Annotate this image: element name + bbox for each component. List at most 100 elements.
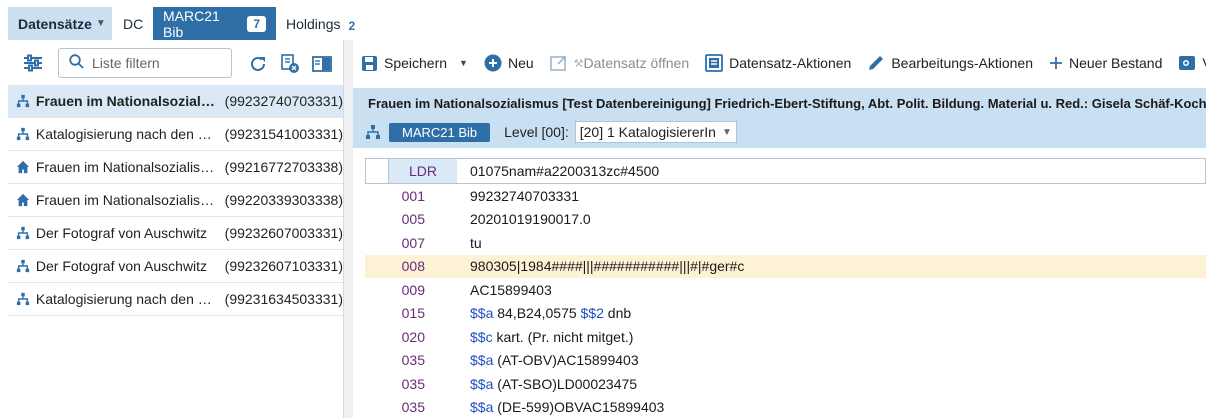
record-header: Frauen im Nationalsozialismus [Test Date… xyxy=(353,88,1206,148)
row-handle xyxy=(366,159,389,183)
record-title: Der Fotograf von Auschwitz xyxy=(36,225,217,241)
record-title: Katalogisierung nach den Regeln xyxy=(36,126,217,142)
record-title-heading: Frauen im Nationalsozialismus [Test Date… xyxy=(368,96,1206,111)
list-item[interactable]: Katalogisierung nach den Regeln (9923163… xyxy=(8,283,343,316)
marc-row-ldr[interactable]: LDR 01075nam#a2200313zc#4500 xyxy=(365,158,1206,184)
marc-row[interactable]: 035 $$a (DE-599)OBVAC15899403 xyxy=(365,396,1206,419)
marc-tag: 001 xyxy=(365,188,425,204)
new-label: Neu xyxy=(508,55,534,71)
new-holding-button[interactable]: Neuer Bestand xyxy=(1041,40,1170,86)
hierarchy-icon xyxy=(16,258,34,274)
marc-row[interactable]: 035 $$a (AT-OBV)AC15899403 xyxy=(365,349,1206,373)
record-id: (99232607103331) xyxy=(225,258,343,274)
tab-dc[interactable]: DC xyxy=(113,7,153,40)
marc-format-badge: MARC21 Bib xyxy=(389,123,490,142)
marc-value[interactable]: $$a (DE-599)OBVAC15899403 xyxy=(470,399,664,415)
list-item[interactable]: Der Fotograf von Auschwitz (992326071033… xyxy=(8,250,343,283)
search-icon xyxy=(69,54,84,72)
level-select[interactable]: [20] 1 KatalogisiererIn ▼ xyxy=(575,121,737,143)
record-list: Frauen im Nationalsozialismus (992327407… xyxy=(8,85,343,316)
home-icon xyxy=(16,192,34,208)
marc-row[interactable]: 007 tu xyxy=(365,231,1206,255)
subfield-code: $$a xyxy=(470,305,493,321)
marc-row[interactable]: 005 20201019190017.0 xyxy=(365,208,1206,232)
tab-marc21-bib[interactable]: MARC21 Bib 7 xyxy=(153,7,276,40)
list-item[interactable]: Frauen im Nationalsozialismus (992167727… xyxy=(8,151,343,184)
tab-records[interactable]: Datensätze ▼ xyxy=(8,7,112,40)
hierarchy-icon xyxy=(16,93,34,109)
level-value: [20] 1 KatalogisiererIn xyxy=(580,124,716,140)
filter-list-input[interactable] xyxy=(58,48,232,78)
marc-value[interactable]: 99232740703331 xyxy=(470,188,579,204)
chevron-down-icon: ▼ xyxy=(722,127,732,138)
marc-value[interactable]: $$a (AT-SBO)LD00023475 xyxy=(470,376,637,392)
subfield-text: kart. (Pr. nicht mitget.) xyxy=(493,329,634,345)
record-editor: Speichern ▼ Neu ⚒ Datensatz öffnen Daten… xyxy=(353,40,1206,418)
clear-records-icon[interactable] xyxy=(279,54,301,74)
marc-value[interactable]: $$a (AT-OBV)AC15899403 xyxy=(470,352,639,368)
record-meta-row: MARC21 Bib Level [00]: [20] 1 Katalogisi… xyxy=(365,121,737,143)
marc-row[interactable]: 008 980305|1984####|||###########|||#|#g… xyxy=(365,255,1206,279)
more-action-button[interactable]: Ve xyxy=(1170,40,1206,86)
tab-holdings[interactable]: Holdings 2 xyxy=(276,7,366,40)
pencil-icon xyxy=(867,54,885,72)
record-list-icon xyxy=(705,54,723,72)
panel-divider[interactable] xyxy=(343,40,353,418)
marc-value[interactable]: tu xyxy=(470,235,482,251)
hierarchy-icon xyxy=(16,291,34,307)
list-item[interactable]: Frauen im Nationalsozialismus (992203393… xyxy=(8,184,343,217)
subfield-code: $$a xyxy=(470,376,493,392)
new-button[interactable]: Neu xyxy=(476,40,542,86)
marc-value[interactable]: 980305|1984####|||###########|||#|#ger#c xyxy=(470,258,744,274)
view-icon xyxy=(1178,55,1196,71)
record-id: (99231634503331) xyxy=(225,291,343,307)
marc-value[interactable]: AC15899403 xyxy=(470,282,552,298)
record-title: Frauen im Nationalsozialismus xyxy=(36,192,217,208)
marc-value[interactable]: 20201019190017.0 xyxy=(470,211,591,227)
record-title: Katalogisierung nach den Regeln xyxy=(36,291,217,307)
marc-row[interactable]: 001 99232740703331 xyxy=(365,184,1206,208)
record-id: (99232607003331) xyxy=(225,225,343,241)
marc-row[interactable]: 009 AC15899403 xyxy=(365,278,1206,302)
open-record-button[interactable]: ⚒ Datensatz öffnen xyxy=(542,40,697,86)
marc-row[interactable]: 035 $$a (AT-SBO)LD00023475 xyxy=(365,372,1206,396)
chevron-down-icon: ▼ xyxy=(96,18,106,29)
left-toolbar xyxy=(8,40,343,85)
edit-actions-button[interactable]: Bearbeitungs-Aktionen xyxy=(859,40,1041,86)
hierarchy-icon xyxy=(16,126,34,142)
subfield-code: $$c xyxy=(470,329,493,345)
subfield-code: $$a xyxy=(470,399,493,415)
marc-tag: 035 xyxy=(365,376,425,392)
list-item[interactable]: Frauen im Nationalsozialismus (992327407… xyxy=(8,85,343,118)
marc-row[interactable]: 020 $$c kart. (Pr. nicht mitget.) xyxy=(365,325,1206,349)
marc-field-table: LDR 01075nam#a2200313zc#4500 001 9923274… xyxy=(365,158,1206,419)
edit-actions-label: Bearbeitungs-Aktionen xyxy=(891,55,1033,71)
filter-settings-icon[interactable] xyxy=(22,53,44,73)
marc-value[interactable]: 01075nam#a2200313zc#4500 xyxy=(470,163,659,179)
record-id: (99231541003331) xyxy=(225,126,343,142)
list-item[interactable]: Der Fotograf von Auschwitz (992326070033… xyxy=(8,217,343,250)
open-record-label: Datensatz öffnen xyxy=(584,55,690,71)
save-button[interactable]: Speichern ▼ xyxy=(353,40,476,86)
hierarchy-icon xyxy=(365,124,381,140)
subfield-text: dnb xyxy=(604,305,631,321)
tab-holdings-label: Holdings xyxy=(286,16,340,32)
home-icon xyxy=(16,159,34,175)
list-item[interactable]: Katalogisierung nach den Regeln (9923154… xyxy=(8,118,343,151)
panel-toggle-icon[interactable] xyxy=(311,54,333,74)
plus-icon xyxy=(1049,56,1063,70)
new-holding-label: Neuer Bestand xyxy=(1069,55,1162,71)
record-actions-button[interactable]: Datensatz-Aktionen xyxy=(697,40,859,86)
subfield-text: 84,B24,0575 xyxy=(493,305,580,321)
filter-input-field[interactable] xyxy=(92,55,212,71)
subfield-text: (DE-599)OBVAC15899403 xyxy=(493,399,664,415)
marc-row[interactable]: 015 $$a 84,B24,0575 $$2 dnb xyxy=(365,302,1206,326)
refresh-icon[interactable] xyxy=(248,54,268,74)
marc-value[interactable]: $$c kart. (Pr. nicht mitget.) xyxy=(470,329,633,345)
plus-circle-icon xyxy=(484,54,502,72)
marc-tag: 015 xyxy=(365,305,425,321)
more-action-label: Ve xyxy=(1202,55,1206,71)
record-list-panel: Frauen im Nationalsozialismus (992327407… xyxy=(8,40,343,418)
marc-value[interactable]: $$a 84,B24,0575 $$2 dnb xyxy=(470,305,631,321)
record-id: (99232740703331) xyxy=(225,93,343,109)
